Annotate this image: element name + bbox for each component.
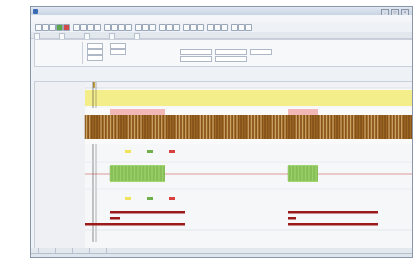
channel1-trace-fill — [85, 115, 412, 139]
toolbar-icon[interactable] — [183, 24, 190, 31]
toolbar-icon[interactable] — [94, 24, 101, 31]
toolbar-icon[interactable] — [35, 24, 42, 31]
toolbar-icon[interactable] — [125, 24, 132, 31]
legend-swatch — [169, 150, 175, 153]
stop-icon[interactable] — [63, 24, 70, 31]
toolbar-icon[interactable] — [111, 24, 118, 31]
setting-field[interactable] — [87, 55, 103, 61]
toolbar-icon[interactable] — [245, 24, 252, 31]
legend-swatch — [125, 197, 131, 200]
application-window: _ □ × — [30, 6, 413, 258]
legend-swatch — [147, 150, 153, 153]
digital-pulse — [288, 217, 296, 220]
toolbar-icon[interactable] — [166, 24, 173, 31]
toolbar-icon[interactable] — [149, 24, 156, 31]
setting-field[interactable] — [110, 49, 126, 55]
yellow-band — [85, 90, 412, 106]
toolbar-icon[interactable] — [159, 24, 166, 31]
digital-pulse — [110, 217, 120, 220]
digital-pulse — [85, 223, 185, 226]
waveform-view[interactable] — [34, 81, 412, 251]
toolbar-icon[interactable] — [80, 24, 87, 31]
toolbar-icon[interactable] — [87, 24, 94, 31]
green-band — [288, 165, 318, 182]
trigger-marker — [93, 82, 95, 88]
run-icon[interactable] — [56, 24, 63, 31]
digital-pulse — [288, 223, 378, 226]
setting-field[interactable] — [215, 49, 247, 55]
toolbar-icon[interactable] — [173, 24, 180, 31]
toolbar-icon[interactable] — [207, 24, 214, 31]
waveform-canvas — [35, 82, 412, 250]
toolbar-icon[interactable] — [231, 24, 238, 31]
toolbar-icon[interactable] — [42, 24, 49, 31]
legend-swatch — [125, 150, 131, 153]
setting-field[interactable] — [250, 49, 272, 55]
status-bar — [31, 253, 412, 257]
toolbar-icon[interactable] — [49, 24, 56, 31]
channel-list — [36, 42, 83, 64]
toolbar-icon[interactable] — [104, 24, 111, 31]
legend-swatch — [169, 197, 175, 200]
legend-swatch — [147, 197, 153, 200]
digital-pulse — [110, 211, 185, 214]
toolbar-icon[interactable] — [118, 24, 125, 31]
toolbar-icon[interactable] — [197, 24, 204, 31]
toolbar-icon[interactable] — [221, 24, 228, 31]
app-icon — [33, 8, 38, 14]
toolbar-icon[interactable] — [73, 24, 80, 31]
digital-pulse — [288, 211, 378, 214]
setting-field[interactable] — [180, 49, 212, 55]
toolbar-icon[interactable] — [190, 24, 197, 31]
toolbar-icon[interactable] — [214, 24, 221, 31]
marker-row — [85, 82, 412, 88]
setting-field[interactable] — [180, 56, 212, 62]
toolbar-icon[interactable] — [142, 24, 149, 31]
document-tabs — [31, 32, 412, 39]
toolbar-icon[interactable] — [238, 24, 245, 31]
toolbar-icon[interactable] — [135, 24, 142, 31]
channel-label-column — [35, 82, 85, 250]
settings-panel — [34, 39, 412, 67]
setting-field[interactable] — [215, 56, 247, 62]
